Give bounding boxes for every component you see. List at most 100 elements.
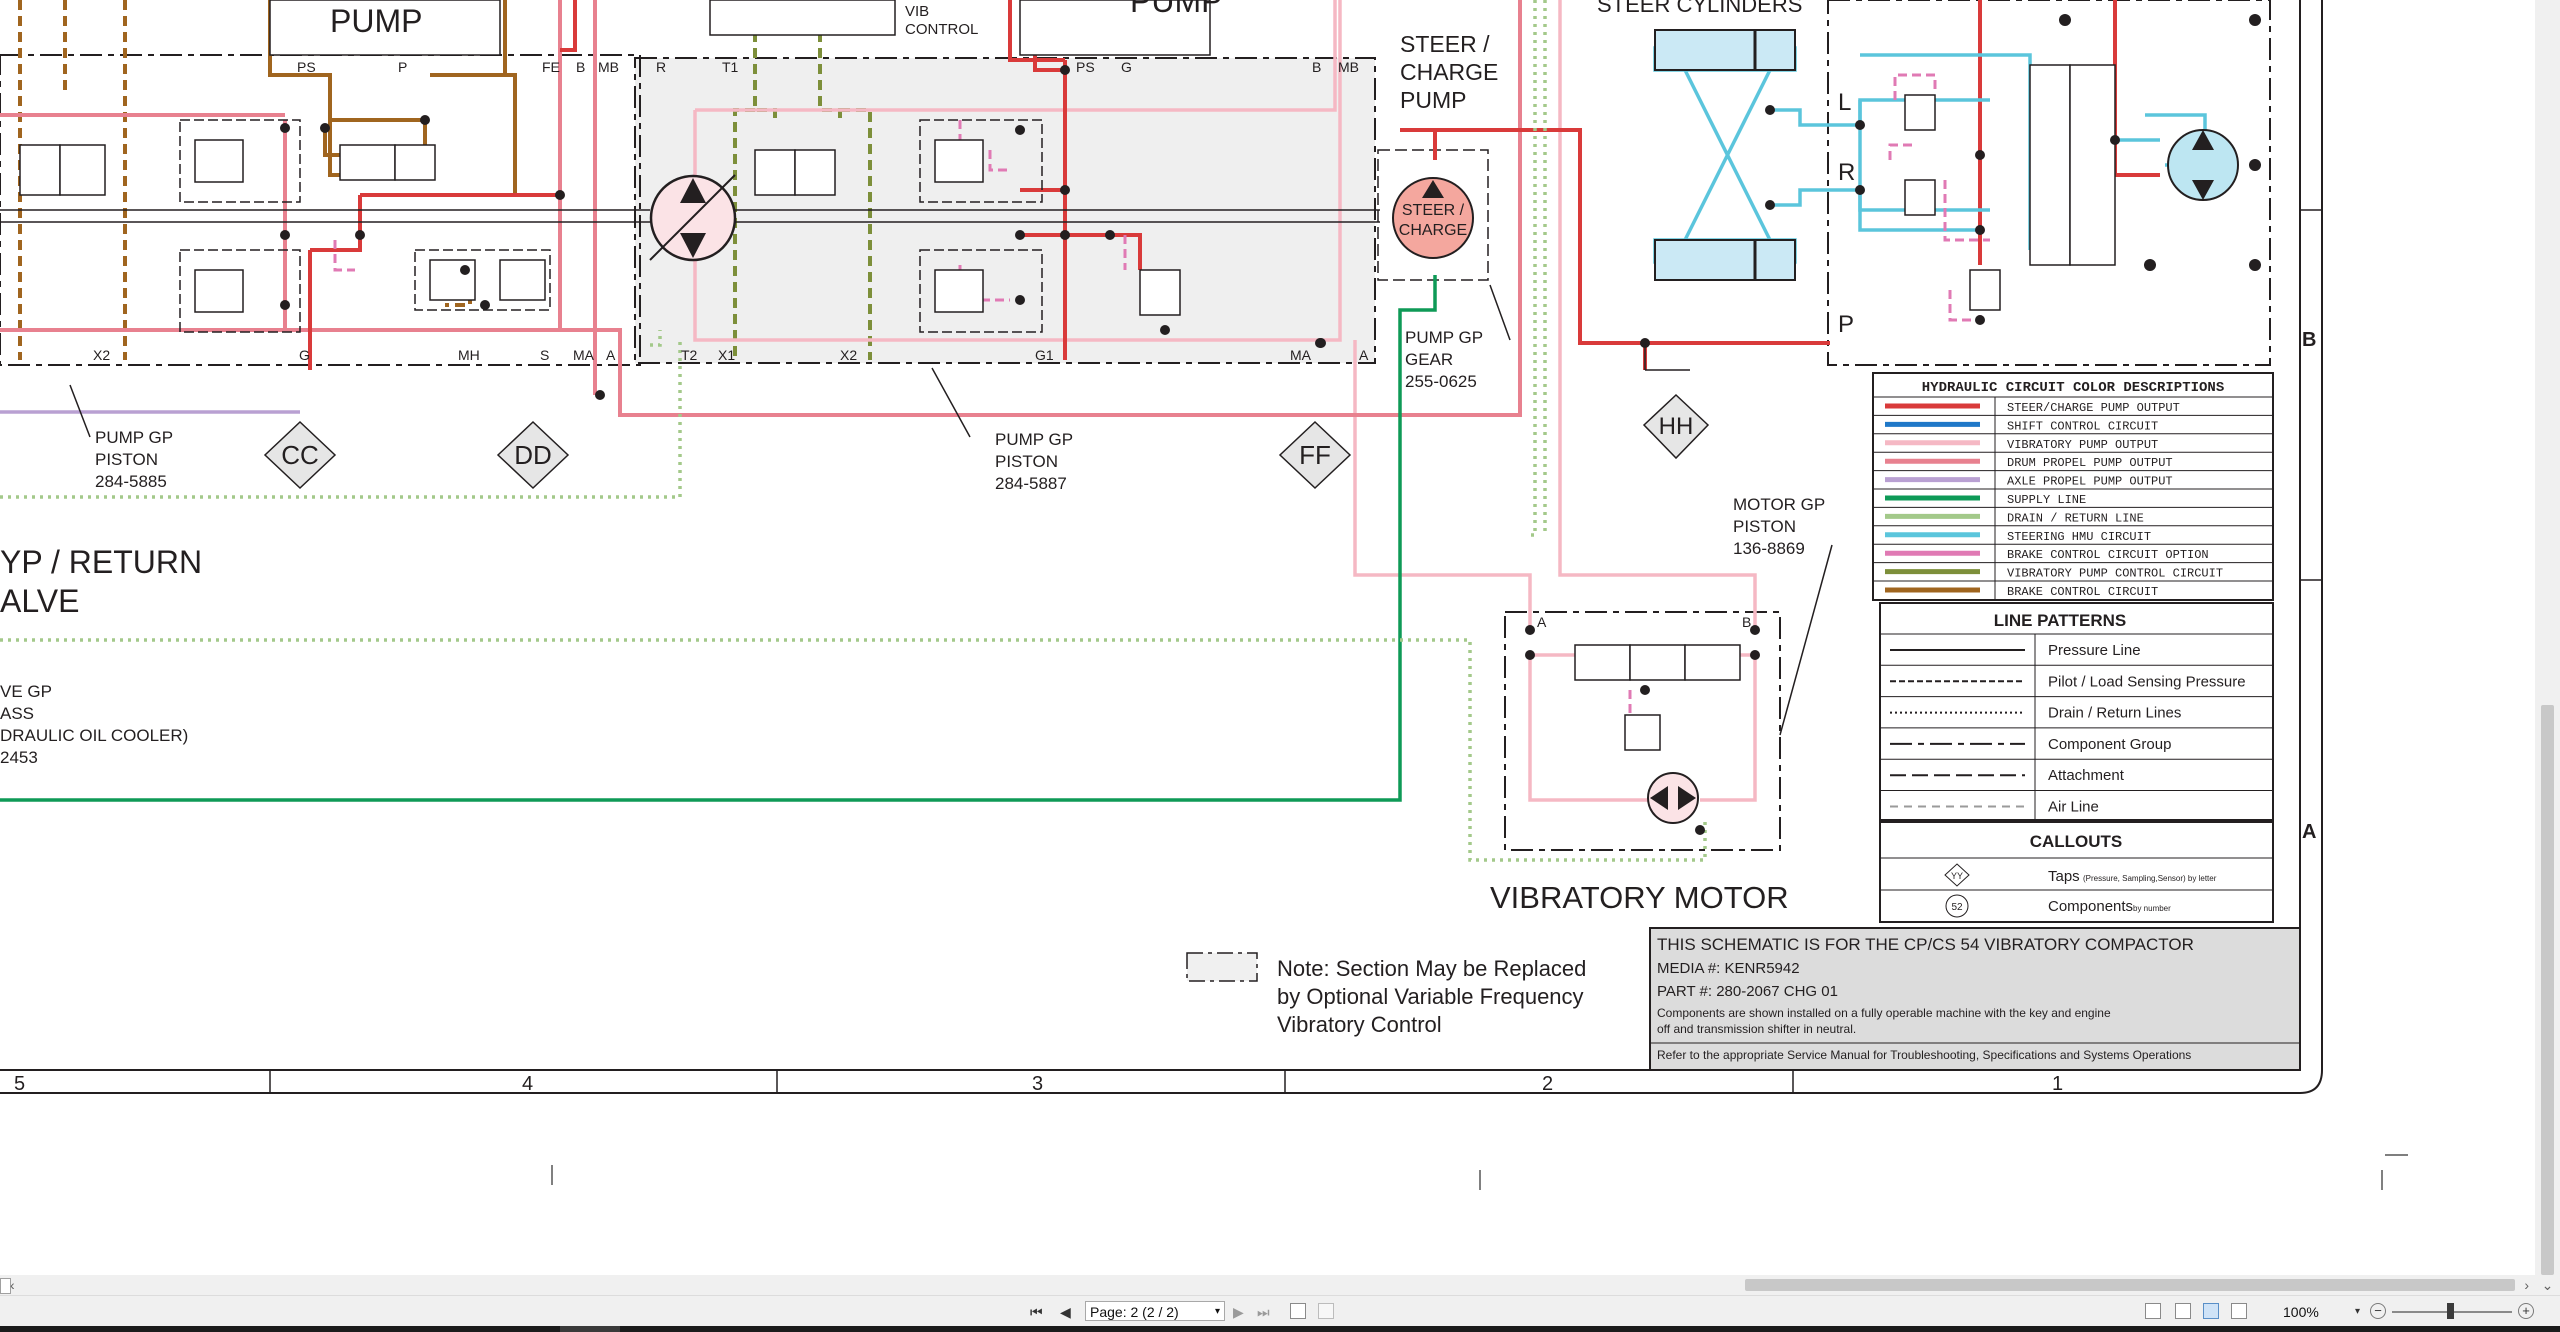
tap-ff: FF (1278, 420, 1352, 490)
scroll-left-arrow-icon[interactable]: ‹ (10, 1275, 15, 1295)
zone-2: 2 (1542, 1073, 1553, 1095)
port-t1: T1 (722, 59, 739, 75)
first-page-icon[interactable]: ⏮ (1030, 1302, 1043, 1322)
zone-4: 4 (522, 1073, 533, 1095)
valve-gp-label-1: VE GP (0, 682, 52, 701)
zoom-out-icon[interactable]: − (2370, 1303, 2386, 1319)
tap-ff-label: FF (1299, 440, 1331, 470)
port-mb-2: MB (1338, 59, 1359, 75)
previous-page-icon[interactable]: ◀ (1060, 1302, 1071, 1322)
pump-gp-piston-1-label-3: 284-5885 (95, 472, 167, 491)
note-line-3: Vibratory Control (1277, 1012, 1442, 1037)
scroll-right-arrow-icon[interactable]: › (2524, 1275, 2529, 1295)
port-ps-2: PS (1076, 59, 1095, 75)
scroll-down-arrow-icon[interactable]: ⌄ (2535, 1275, 2560, 1295)
line-patterns-title: LINE PATTERNS (1994, 611, 2127, 630)
title-block: THIS SCHEMATIC IS FOR THE CP/CS 54 VIBRA… (1649, 927, 2301, 1071)
pump-gp-piston-1-label-2: PISTON (95, 450, 158, 469)
pump-gp-gear-label-3: 255-0625 (1405, 372, 1477, 391)
note-line-2: by Optional Variable Frequency (1277, 984, 1584, 1009)
single-page-view-icon[interactable] (2145, 1303, 2161, 1319)
zoom-dropdown-icon[interactable]: ▾ (2355, 1302, 2360, 1322)
page-grid-icon[interactable] (1318, 1303, 1334, 1319)
callouts-comp-symbol: 52 (1951, 902, 1963, 913)
callouts-tap-label: Taps (2048, 868, 2080, 885)
steering-hmu-lines (1653, 46, 2225, 264)
legend-label: DRUM PROPEL PUMP OUTPUT (2007, 456, 2173, 470)
horizontal-scrollbar[interactable]: ‹ › (0, 1275, 2535, 1295)
vibratory-motor-title: VIBRATORY MOTOR (1490, 880, 1789, 915)
motor-gp-piston-label-2: PISTON (1733, 517, 1796, 536)
note-line-1: Note: Section May be Replaced (1277, 956, 1586, 981)
steer-charge-pump-title-2: CHARGE (1400, 59, 1498, 85)
callouts-legend: CALLOUTS YY Taps (Pressure, Sampling,Sen… (1879, 821, 2274, 923)
port-x2-b: X2 (840, 347, 857, 363)
motor-port-b: B (1742, 614, 1751, 630)
callouts-comp-label: Components (2048, 898, 2133, 915)
last-page-icon[interactable]: ⏭ (1257, 1302, 1270, 1322)
legend-label: VIBRATORY PUMP CONTROL CIRCUIT (2007, 567, 2223, 581)
pump-gp-piston-1-label-1: PUMP GP (95, 428, 173, 447)
port-x1: X1 (718, 347, 735, 363)
callouts-comp-note: by number (2133, 904, 2171, 913)
port-r: R (656, 59, 666, 75)
tap-hh: HH (1642, 393, 1710, 460)
valve-gp-label-3: DRAULIC OIL COOLER) (0, 726, 188, 745)
continuous-view-icon[interactable] (2175, 1303, 2191, 1319)
tap-dd: DD (496, 420, 570, 490)
legend-label: DRAIN / RETURN LINE (2007, 511, 2144, 525)
vib-control-label-2: CONTROL (905, 21, 978, 38)
zone-5: 5 (14, 1073, 25, 1095)
port-p-1: P (398, 59, 407, 75)
page-dropdown-icon[interactable]: ▾ (1215, 1302, 1220, 1322)
callouts-tap-symbol: YY (1951, 871, 1963, 881)
zoom-in-icon[interactable]: + (2518, 1303, 2534, 1319)
title-block-line-3: PART #: 280-2067 CHG 01 (1657, 983, 1838, 1000)
pump-gp-gear-label-1: PUMP GP (1405, 328, 1483, 347)
vertical-scroll-thumb[interactable] (2541, 705, 2554, 1275)
port-g: G (1121, 59, 1132, 75)
page-number-input[interactable]: Page: 2 (2 / 2) ▾ (1085, 1301, 1225, 1321)
port-s: S (540, 347, 549, 363)
callouts-title: CALLOUTS (2030, 832, 2123, 851)
steer-charge-pump-title-3: PUMP (1400, 87, 1466, 113)
line-pattern-label: Pressure Line (2048, 642, 2141, 659)
title-block-line-1: THIS SCHEMATIC IS FOR THE CP/CS 54 VIBRA… (1657, 935, 2194, 954)
port-fe: FE (542, 59, 560, 75)
zone-b: B (2302, 329, 2316, 351)
steer-cylinder-upper (1654, 29, 1796, 71)
zoom-slider-knob[interactable] (2447, 1303, 2454, 1319)
page-overview-icon[interactable] (1290, 1303, 1306, 1319)
vertical-scrollbar[interactable]: ⌄ (2535, 0, 2560, 1295)
steer-cylinders-title: STEER CYLINDERS (1597, 0, 1802, 17)
port-mh: MH (458, 347, 480, 363)
horizontal-scroll-thumb[interactable] (1745, 1279, 2515, 1291)
vib-control-label-1: VIB (905, 3, 929, 20)
bypass-valve-title-1: YP / RETURN (0, 544, 202, 580)
line-pattern-label: Air Line (2048, 799, 2099, 816)
title-block-line-4: Components are shown installed on a full… (1657, 1006, 2111, 1020)
taskbar-strip (0, 1326, 2560, 1332)
port-b-1: B (576, 59, 585, 75)
steer-charge-symbol-label-1: STEER / (1402, 202, 1465, 219)
two-page-view-icon[interactable] (2203, 1303, 2219, 1319)
legend-label: SHIFT CONTROL CIRCUIT (2007, 419, 2158, 433)
motor-gp-piston-label-1: MOTOR GP (1733, 495, 1825, 514)
legend-label: STEERING HMU CIRCUIT (2007, 530, 2151, 544)
book-view-icon[interactable] (2231, 1303, 2247, 1319)
port-a-2: A (1359, 347, 1369, 363)
steer-cylinder-lower (1654, 239, 1796, 281)
zone-3: 3 (1032, 1073, 1043, 1095)
port-a-1: A (606, 347, 616, 363)
next-page-icon[interactable]: ▶ (1233, 1302, 1244, 1322)
legend-label: SUPPLY LINE (2007, 493, 2086, 507)
zone-1: 1 (2052, 1073, 2063, 1095)
zoom-level[interactable]: 100% (2283, 1302, 2319, 1322)
title-block-line-2: MEDIA #: KENR5942 (1657, 960, 1800, 977)
legend-label: STEER/CHARGE PUMP OUTPUT (2007, 401, 2180, 415)
hydraulic-schematic: 5 4 3 2 1 B A STEER / CHARGE PS P FE B M… (0, 0, 2408, 1190)
zone-a: A (2302, 821, 2316, 843)
port-rr: R (1838, 159, 1855, 186)
callouts-tap-note: (Pressure, Sampling,Sensor) by letter (2083, 874, 2217, 883)
line-pattern-label: Component Group (2048, 736, 2171, 753)
